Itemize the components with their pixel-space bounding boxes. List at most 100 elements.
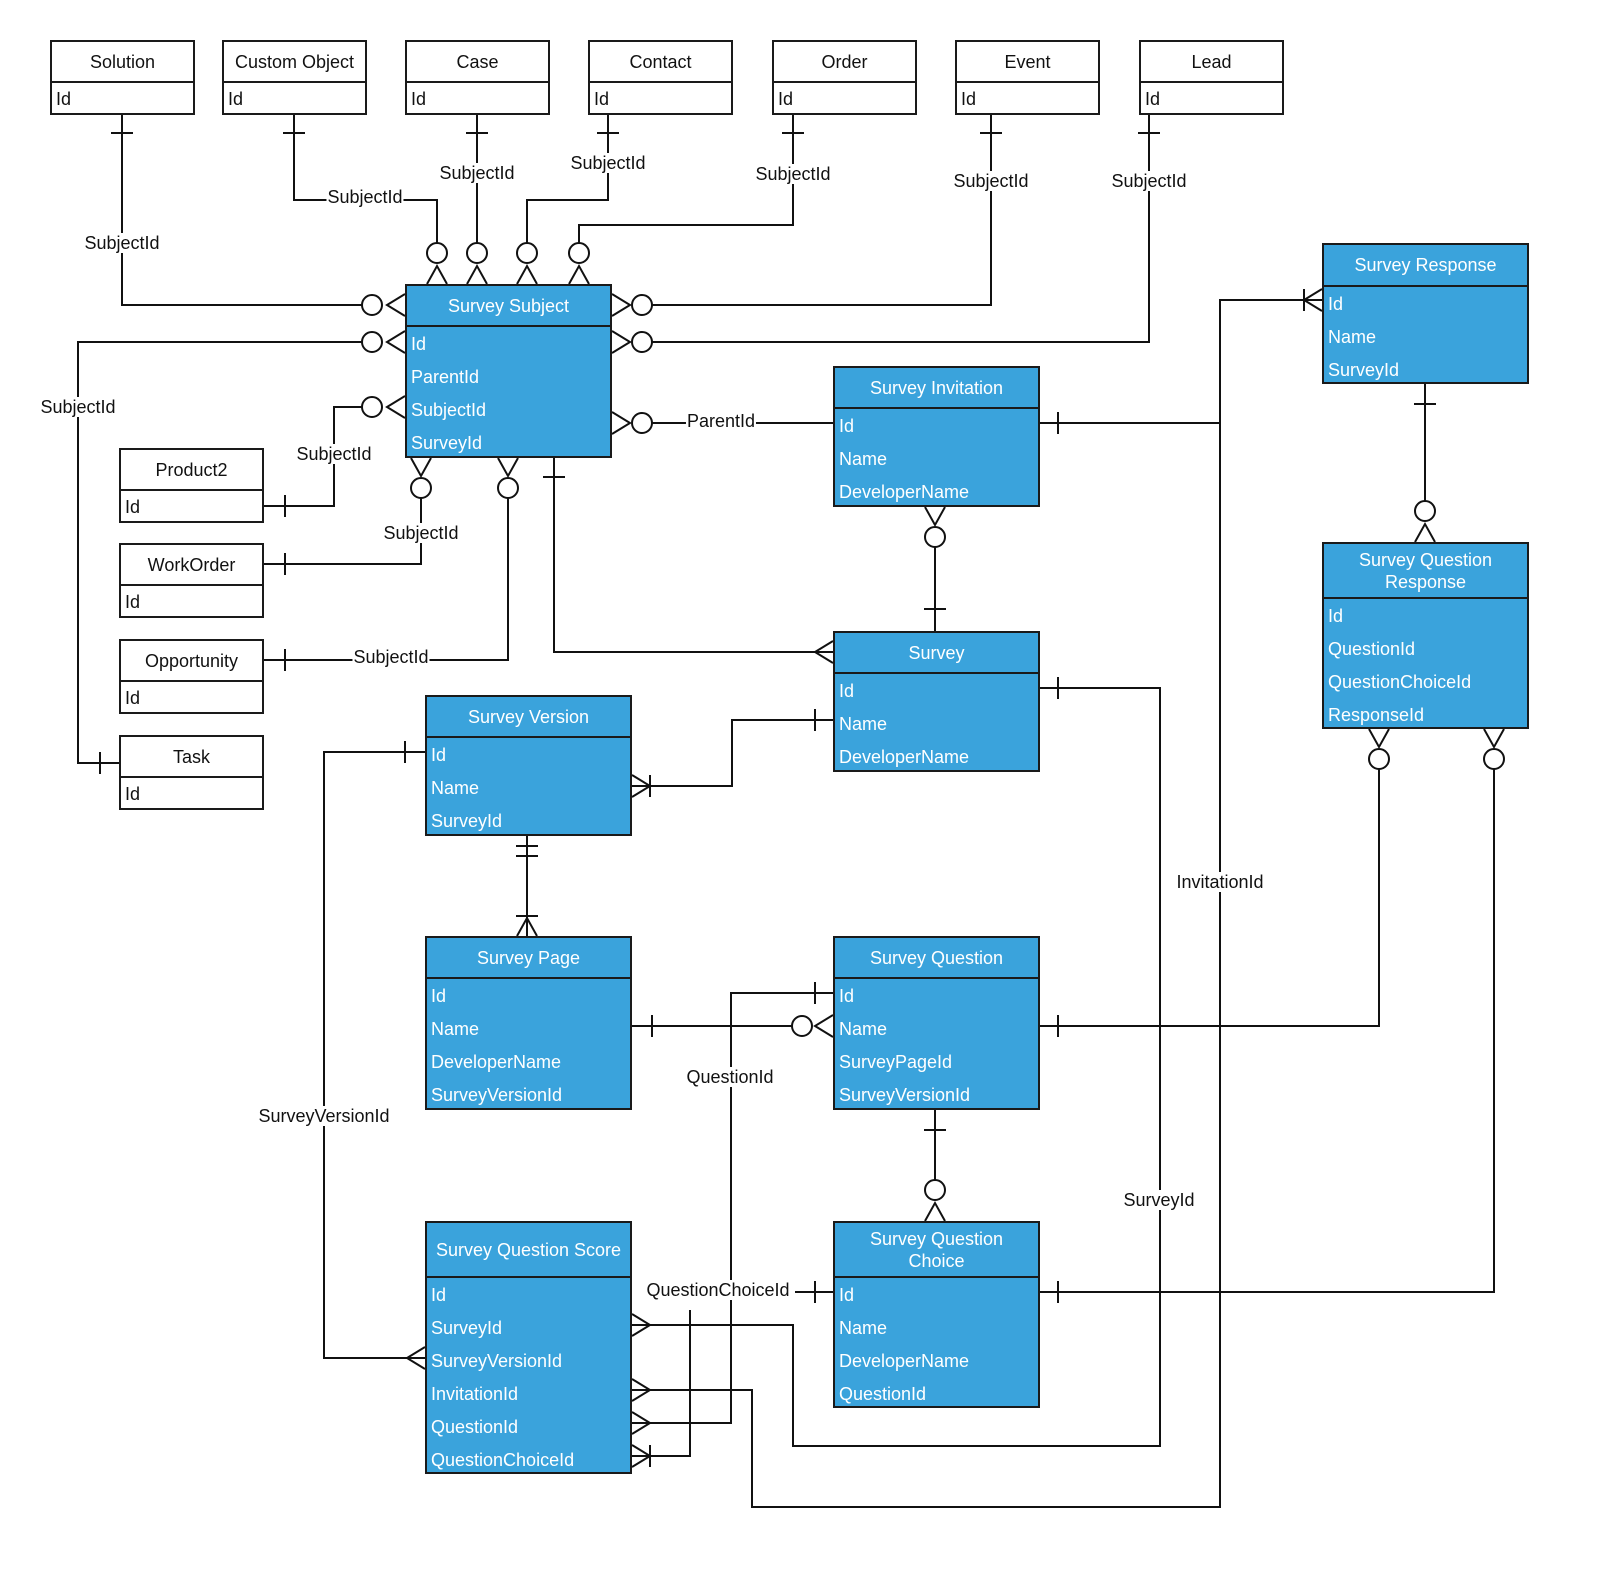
entity-field: Id (961, 89, 977, 109)
entity-event[interactable]: Event Id (955, 40, 1100, 115)
entity-field: DeveloperName (839, 747, 970, 767)
entity-field: Id (778, 89, 794, 109)
entity-survey-question-response[interactable]: Survey Question Response Id QuestionId Q… (1322, 542, 1529, 729)
entity-survey-question-choice[interactable]: Survey Question Choice Id Name Developer… (833, 1221, 1040, 1408)
entity-order[interactable]: Order Id (772, 40, 917, 115)
cardinality-zero-mark (466, 242, 488, 264)
entity-survey-subject[interactable]: Survey Subject Id ParentId SubjectId Sur… (405, 284, 612, 458)
connector-line (1040, 299, 1322, 424)
entity-contact[interactable]: Contact Id (588, 40, 733, 115)
entity-title: Opportunity (121, 641, 262, 682)
crows-foot-many-mark (813, 1014, 834, 1038)
entity-title: Survey Question Choice (835, 1223, 1038, 1278)
entity-lead[interactable]: Lead Id (1139, 40, 1284, 115)
entity-title: Custom Object (224, 42, 365, 83)
entity-field: ParentId (411, 367, 480, 387)
entity-product2[interactable]: Product2 Id (119, 448, 264, 523)
rel-label-invitationid: InvitationId (1175, 872, 1265, 892)
entity-field: SurveyId (1328, 360, 1400, 380)
rel-label-questionchoiceid: QuestionChoiceId (645, 1280, 791, 1300)
cardinality-zero-mark (1414, 500, 1436, 522)
cardinality-zero-mark (497, 477, 519, 499)
entity-title: Survey Response (1324, 245, 1527, 287)
entity-survey-response[interactable]: Survey Response Id Name SurveyId (1322, 243, 1529, 384)
crows-foot-many-mark (568, 263, 590, 285)
cardinality-zero-mark (924, 526, 946, 548)
entity-survey-invitation[interactable]: Survey Invitation Id Name DeveloperName (833, 366, 1040, 507)
entity-field: Id (1328, 294, 1344, 314)
entity-field: QuestionChoiceId (1328, 672, 1472, 692)
connector-line (632, 992, 833, 1424)
entity-workorder[interactable]: WorkOrder Id (119, 543, 264, 618)
entity-title: Survey Invitation (835, 368, 1038, 409)
crows-foot-many-mark (426, 263, 448, 285)
entity-opportunity[interactable]: Opportunity Id (119, 639, 264, 714)
rel-label-parentid: ParentId (685, 411, 757, 431)
cardinality-zero-mark (1483, 748, 1505, 770)
entity-field: Id (431, 986, 447, 1006)
entity-title: Survey Question (835, 938, 1038, 979)
connector-line (293, 115, 438, 243)
rel-label-contact-subjectid: SubjectId (569, 153, 647, 173)
crows-foot-many-mark (516, 263, 538, 285)
cardinality-zero-mark (516, 242, 538, 264)
entity-title: Survey Question Response (1324, 544, 1527, 599)
entity-title: Lead (1141, 42, 1282, 83)
entity-survey-question-score[interactable]: Survey Question Score Id SurveyId Survey… (425, 1221, 632, 1474)
crows-foot-many-mark (466, 263, 488, 285)
entity-title: Survey Version (427, 697, 630, 738)
entity-field: SurveyVersionId (431, 1085, 563, 1105)
entity-field: QuestionId (431, 1417, 519, 1437)
entity-field: SurveyId (431, 811, 503, 831)
entity-solution[interactable]: Solution Id (50, 40, 195, 115)
entity-title: Case (407, 42, 548, 83)
cardinality-zero-mark (361, 396, 383, 418)
entity-survey[interactable]: Survey Id Name DeveloperName (833, 631, 1040, 772)
crows-foot-many-mark (611, 293, 632, 317)
crows-foot-many-mark (1302, 288, 1323, 312)
cardinality-zero-mark (631, 412, 653, 434)
entity-field: Id (56, 89, 72, 109)
connector-line (1040, 769, 1380, 1027)
entity-field: Id (594, 89, 610, 109)
rel-label-surveyid: SurveyId (1122, 1190, 1196, 1210)
entity-case[interactable]: Case Id (405, 40, 550, 115)
crows-foot-many-mark (516, 915, 538, 937)
entity-custom-object[interactable]: Custom Object Id (222, 40, 367, 115)
crows-foot-many-mark (611, 330, 632, 354)
entity-field: DeveloperName (431, 1052, 562, 1072)
entity-field: Id (839, 681, 855, 701)
cardinality-zero-mark (426, 242, 448, 264)
crows-foot-many-mark (631, 1411, 652, 1435)
connector-line (652, 115, 1150, 343)
connector-line (323, 751, 425, 1359)
entity-field: Name (839, 714, 888, 734)
connector-line (632, 1310, 691, 1457)
entity-title: Survey Page (427, 938, 630, 979)
entity-survey-version[interactable]: Survey Version Id Name SurveyId (425, 695, 632, 836)
entity-title: Event (957, 42, 1098, 83)
entity-field: Id (431, 1285, 447, 1305)
entity-field: Id (839, 986, 855, 1006)
entity-field: InvitationId (431, 1384, 519, 1404)
cardinality-zero-mark (568, 242, 590, 264)
entity-field: SurveyVersionId (839, 1085, 971, 1105)
rel-label-custom-object-subjectid: SubjectId (326, 187, 404, 207)
entity-field: Id (431, 745, 447, 765)
crows-foot-many-mark (631, 1378, 652, 1402)
entity-field: Id (1145, 89, 1161, 109)
entity-survey-question[interactable]: Survey Question Id Name SurveyPageId Sur… (833, 936, 1040, 1110)
entity-title: Product2 (121, 450, 262, 491)
entity-task[interactable]: Task Id (119, 735, 264, 810)
entity-field: ResponseId (1328, 705, 1425, 725)
entity-field: Name (431, 1019, 480, 1039)
cardinality-zero-mark (791, 1015, 813, 1037)
rel-label-order-subjectid: SubjectId (754, 164, 832, 184)
entity-survey-page[interactable]: Survey Page Id Name DeveloperName Survey… (425, 936, 632, 1110)
entity-title: WorkOrder (121, 545, 262, 586)
entity-field: QuestionId (839, 1384, 927, 1404)
connector-line (1040, 769, 1495, 1293)
crows-foot-many-mark (1414, 521, 1436, 543)
entity-field: DeveloperName (839, 1351, 970, 1371)
er-diagram-canvas: Solution Id Custom Object Id Case Id Con… (0, 0, 1600, 1582)
